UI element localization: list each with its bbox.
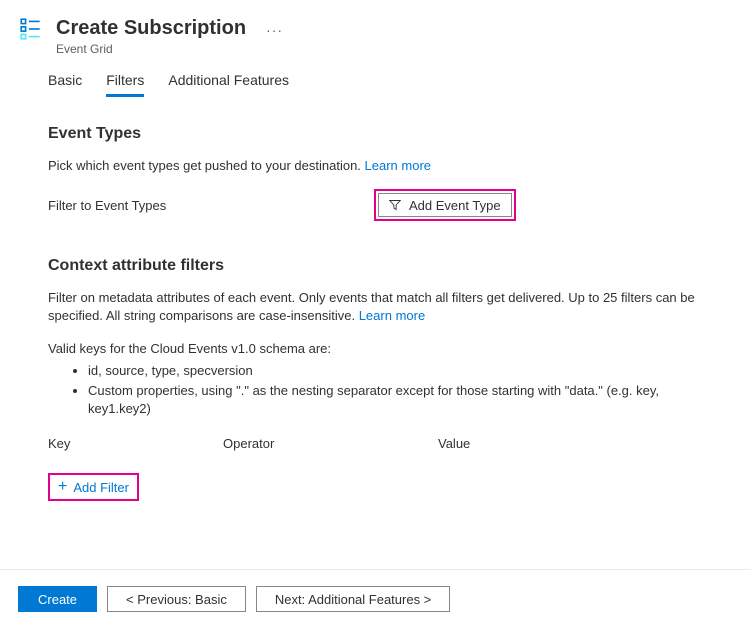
tab-filters[interactable]: Filters [106,66,144,97]
context-filters-learn-more-link[interactable]: Learn more [359,308,425,323]
tab-basic[interactable]: Basic [48,66,82,97]
event-types-learn-more-link[interactable]: Learn more [365,158,431,173]
subscription-icon [18,16,44,42]
more-button[interactable]: ··· [266,16,283,38]
valid-keys-label: Valid keys for the Cloud Events v1.0 sch… [48,340,703,358]
previous-button[interactable]: < Previous: Basic [107,586,246,612]
context-filters-heading: Context attribute filters [48,257,703,275]
event-types-desc-text: Pick which event types get pushed to you… [48,158,365,173]
column-value-header: Value [438,436,703,451]
tab-bar: Basic Filters Additional Features [48,66,703,97]
add-event-type-button[interactable]: Add Event Type [378,193,512,217]
add-filter-highlight: + Add Filter [48,473,139,501]
tab-additional-features[interactable]: Additional Features [168,66,289,97]
next-button[interactable]: Next: Additional Features > [256,586,450,612]
footer-bar: Create < Previous: Basic Next: Additiona… [0,569,751,628]
plus-icon: + [58,479,67,495]
context-filters-description: Filter on metadata attributes of each ev… [48,289,703,325]
create-button[interactable]: Create [18,586,97,612]
add-filter-label: Add Filter [73,480,129,495]
event-types-heading: Event Types [48,125,703,143]
add-event-type-label: Add Event Type [409,198,501,213]
add-event-type-highlight: Add Event Type [374,189,516,221]
event-types-description: Pick which event types get pushed to you… [48,157,703,175]
add-filter-button[interactable]: + Add Filter [52,477,135,497]
filter-icon [389,199,401,211]
column-key-header: Key [48,436,223,451]
filter-to-event-types-label: Filter to Event Types [48,198,374,213]
valid-key-item: id, source, type, specversion [88,362,703,380]
page-title: Create Subscription [56,16,246,40]
page-subtitle: Event Grid [56,42,246,56]
filter-column-headers: Key Operator Value [48,436,703,451]
column-operator-header: Operator [223,436,438,451]
valid-keys-list: id, source, type, specversion Custom pro… [48,362,703,419]
valid-key-item: Custom properties, using "." as the nest… [88,382,703,418]
